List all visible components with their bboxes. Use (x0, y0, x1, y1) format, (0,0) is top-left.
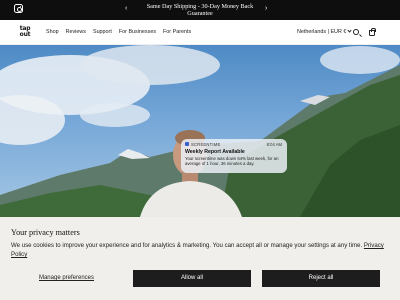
search-icon[interactable] (353, 29, 359, 35)
announcement-text: Same Day Shipping - 30-Day Money Back Gu… (146, 3, 254, 17)
site-header: tap out Shop Reviews Support For Busines… (0, 20, 400, 45)
hourglass-icon (185, 142, 189, 146)
notification-card: SCREENTIME 8:04 AM Weekly Report Availab… (181, 139, 287, 173)
allow-all-button[interactable]: Allow all (133, 270, 251, 287)
nav-support[interactable]: Support (93, 29, 112, 35)
chevron-left-icon[interactable]: ‹ (125, 5, 127, 13)
logo-line-2: out (19, 31, 31, 38)
notification-time: 8:04 AM (266, 142, 282, 147)
manage-preferences-button[interactable]: Manage preferences (11, 270, 122, 287)
nav-for-parents[interactable]: For Parents (163, 29, 191, 35)
nav-reviews[interactable]: Reviews (66, 29, 86, 35)
logo[interactable]: tap out (17, 26, 33, 38)
locale-selector[interactable]: Netherlands | EUR € (297, 28, 352, 35)
announcement-bar: ‹ Same Day Shipping - 30-Day Money Back … (0, 0, 400, 20)
hero-image: SCREENTIME 8:04 AM Weekly Report Availab… (0, 45, 400, 217)
nav-for-businesses[interactable]: For Businesses (119, 29, 156, 35)
chevron-right-icon[interactable]: › (265, 5, 267, 13)
cookie-text: We use cookies to improve your experienc… (11, 241, 389, 259)
instagram-icon[interactable] (14, 4, 23, 13)
notification-app-name: SCREENTIME (191, 142, 221, 147)
cookie-title: Your privacy matters (11, 228, 80, 237)
cookie-description: We use cookies to improve your experienc… (11, 242, 363, 249)
main-nav: Shop Reviews Support For Businesses For … (46, 29, 191, 35)
nav-shop[interactable]: Shop (46, 29, 59, 35)
shopping-bag-icon[interactable] (369, 28, 376, 36)
notification-body: Your screentime was down 64% last week, … (185, 156, 279, 167)
cookie-banner: Your privacy matters We use cookies to i… (0, 217, 400, 300)
reject-all-button[interactable]: Reject all (262, 270, 380, 287)
chevron-down-icon (347, 28, 352, 33)
notification-title: Weekly Report Available (185, 149, 245, 155)
locale-label: Netherlands | EUR € (297, 29, 347, 35)
hero-scene (0, 45, 400, 217)
